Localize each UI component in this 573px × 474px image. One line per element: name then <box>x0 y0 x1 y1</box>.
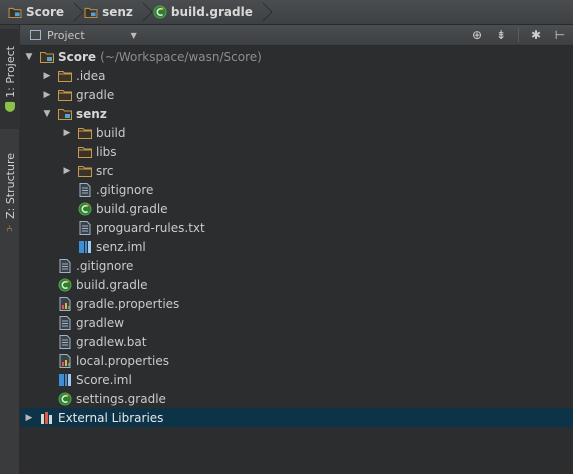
tree-item-label: settings.gradle <box>76 391 166 406</box>
folder-icon <box>78 145 92 159</box>
tab-structure[interactable]: ⑂ Z: Structure <box>0 143 20 243</box>
tree-item-label: build.gradle <box>96 201 168 216</box>
tab-project-label: 1: Project <box>3 46 17 98</box>
tree-item-label: .idea <box>76 68 106 83</box>
tree-item-label: .gitignore <box>96 182 154 197</box>
breadcrumb-item-senz[interactable]: senz <box>78 0 153 25</box>
text-file-icon <box>78 221 92 235</box>
locate-icon[interactable]: ⊕ <box>470 28 484 42</box>
breadcrumb: Score senz build.gradle <box>0 0 573 25</box>
view-selector-label: Project <box>47 28 85 42</box>
tree-item-label: External Libraries <box>58 410 164 425</box>
tree-item-external-libraries[interactable]: ▶ External Libraries <box>20 408 573 427</box>
gradle-icon <box>153 5 167 19</box>
project-view-icon <box>30 30 41 40</box>
tree-root-path: (~/Workspace/wasn/Score) <box>100 49 262 64</box>
breadcrumb-label: senz <box>102 5 133 19</box>
tree-item-gradle-folder[interactable]: ▶ gradle <box>20 85 573 104</box>
tree-root-score[interactable]: ▼ Score (~/Workspace/wasn/Score) <box>20 47 573 66</box>
tool-window-strip: 1: Project ⑂ Z: Structure <box>0 25 20 474</box>
module-folder-icon <box>8 7 22 18</box>
text-file-icon <box>58 259 72 273</box>
tree-item-src[interactable]: ▶ src <box>20 161 573 180</box>
libraries-icon <box>40 411 54 425</box>
tree-item-idea[interactable]: ▶ .idea <box>20 66 573 85</box>
structure-icon: ⑂ <box>4 222 15 233</box>
tree-item-label: Score <box>58 49 97 64</box>
tree-item-gradle-properties[interactable]: gradle.properties <box>20 294 573 313</box>
module-folder-icon <box>84 7 98 18</box>
tree-item-gradlew[interactable]: gradlew <box>20 313 573 332</box>
tree-item-label: build <box>96 125 126 140</box>
collapse-all-icon[interactable]: ⇟ <box>494 28 508 42</box>
tree-item-score-iml[interactable]: Score.iml <box>20 370 573 389</box>
gradle-icon <box>58 278 72 292</box>
tree-item-label: gradle <box>76 87 115 102</box>
tree-item-label: libs <box>96 144 117 159</box>
collapsed-arrow-icon[interactable]: ▶ <box>62 128 72 138</box>
tree-item-libs[interactable]: libs <box>20 142 573 161</box>
properties-file-icon <box>58 354 72 368</box>
folder-icon <box>78 126 92 140</box>
tree-item-build-gradle[interactable]: build.gradle <box>20 275 573 294</box>
folder-icon <box>78 164 92 178</box>
project-panel-header: Project ▼ ⊕ ⇟ ✱ ⊢ <box>20 25 573 46</box>
chevron-down-icon: ▼ <box>130 30 137 40</box>
tree-item-senz-iml[interactable]: senz.iml <box>20 237 573 256</box>
settings-gear-icon[interactable]: ✱ <box>529 28 543 42</box>
tab-project[interactable]: 1: Project <box>0 29 20 129</box>
iml-file-icon <box>78 240 92 254</box>
breadcrumb-label: build.gradle <box>170 5 253 19</box>
text-file-icon <box>58 316 72 330</box>
tree-item-label: senz <box>76 106 107 121</box>
tree-item-senz-build-gradle[interactable]: build.gradle <box>20 199 573 218</box>
module-folder-icon <box>40 50 54 64</box>
tree-item-label: proguard-rules.txt <box>96 220 205 235</box>
tree-item-label: gradlew.bat <box>76 334 147 349</box>
breadcrumb-label: Score <box>26 5 65 19</box>
gradle-icon <box>78 202 92 216</box>
tree-item-label: build.gradle <box>76 277 148 292</box>
expanded-arrow-icon[interactable]: ▼ <box>42 109 52 119</box>
breadcrumb-item-build-gradle[interactable]: build.gradle <box>147 0 273 25</box>
hide-panel-icon[interactable]: ⊢ <box>553 28 567 42</box>
module-folder-icon <box>58 107 72 121</box>
tree-item-label: local.properties <box>76 353 170 368</box>
gradle-icon <box>58 392 72 406</box>
divider <box>518 28 519 42</box>
collapsed-arrow-icon[interactable]: ▶ <box>42 90 52 100</box>
folder-icon <box>58 88 72 102</box>
tree-item-senz[interactable]: ▼ senz <box>20 104 573 123</box>
collapsed-arrow-icon[interactable]: ▶ <box>42 71 52 81</box>
text-file-icon <box>78 183 92 197</box>
tree-item-local-properties[interactable]: local.properties <box>20 351 573 370</box>
iml-file-icon <box>58 373 72 387</box>
tab-structure-label: Z: Structure <box>3 153 17 219</box>
tree-item-proguard-rules[interactable]: proguard-rules.txt <box>20 218 573 237</box>
folder-icon <box>58 69 72 83</box>
text-file-icon <box>58 335 72 349</box>
project-tree: ▼ Score (~/Workspace/wasn/Score) ▶ .idea… <box>20 47 573 474</box>
breadcrumb-item-score[interactable]: Score <box>0 0 84 25</box>
tree-item-settings-gradle[interactable]: settings.gradle <box>20 389 573 408</box>
tree-item-label: Score.iml <box>76 372 132 387</box>
collapsed-arrow-icon[interactable]: ▶ <box>24 413 34 423</box>
properties-file-icon <box>58 297 72 311</box>
tree-item-label: src <box>96 163 114 178</box>
tree-item-gitignore[interactable]: .gitignore <box>20 256 573 275</box>
tree-item-senz-gitignore[interactable]: .gitignore <box>20 180 573 199</box>
tree-item-label: gradlew <box>76 315 125 330</box>
tree-item-gradlew-bat[interactable]: gradlew.bat <box>20 332 573 351</box>
android-icon <box>5 101 15 112</box>
tree-item-label: .gitignore <box>76 258 134 273</box>
view-selector-dropdown[interactable]: Project ▼ <box>30 27 137 43</box>
tree-item-label: senz.iml <box>96 239 146 254</box>
collapsed-arrow-icon[interactable]: ▶ <box>62 166 72 176</box>
tree-item-build[interactable]: ▶ build <box>20 123 573 142</box>
tree-item-label: gradle.properties <box>76 296 180 311</box>
expanded-arrow-icon[interactable]: ▼ <box>24 52 34 62</box>
